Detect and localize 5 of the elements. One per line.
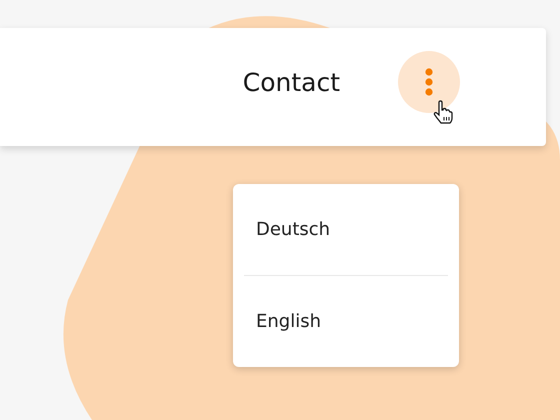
menu-item[interactable]: Deutsch (244, 184, 448, 275)
menu-item[interactable]: English (244, 276, 448, 367)
kebab-menu-icon (425, 68, 433, 96)
hand-cursor-icon (433, 100, 453, 124)
page-title: Contact (242, 68, 340, 96)
